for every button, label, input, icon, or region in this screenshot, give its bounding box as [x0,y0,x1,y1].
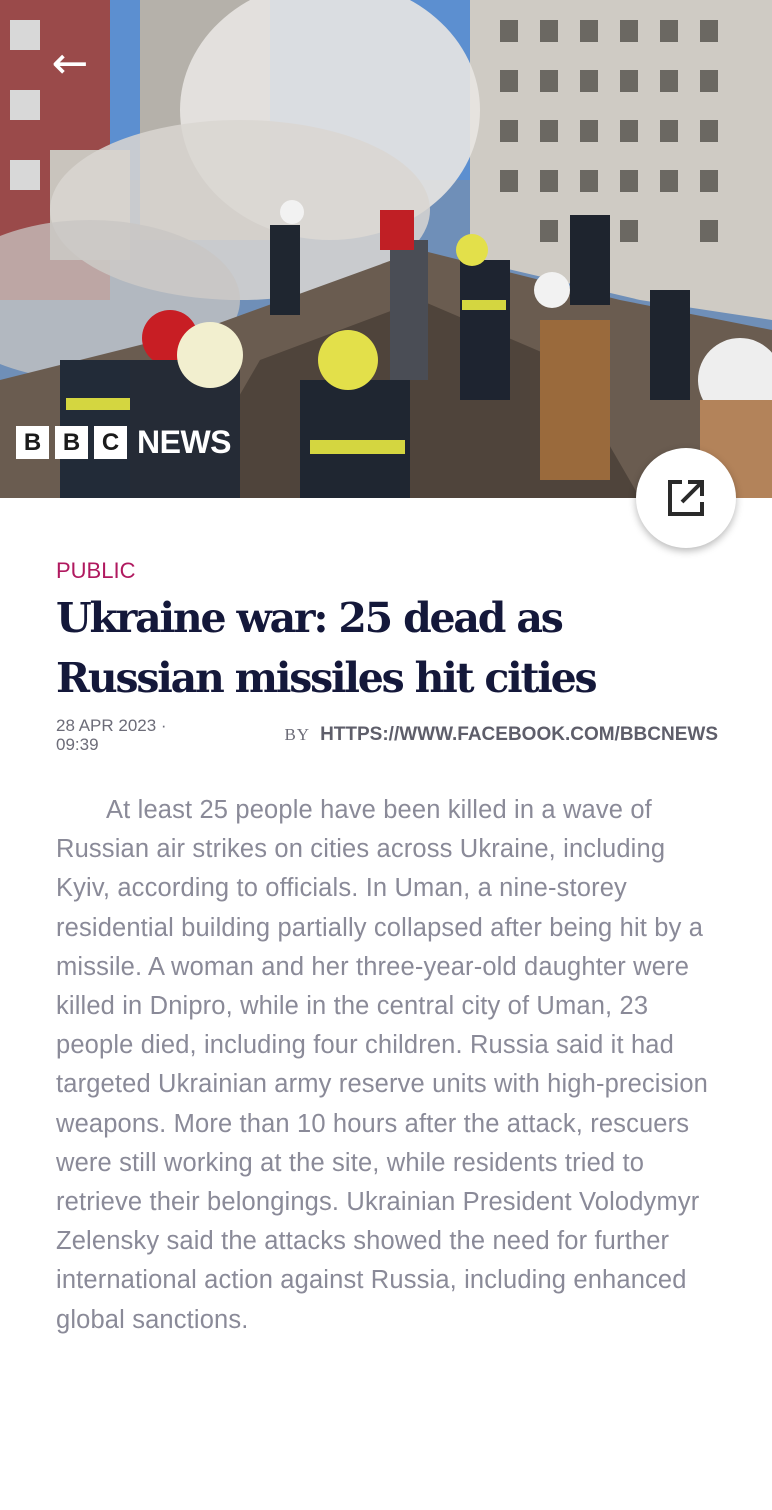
back-arrow-icon: ← [51,38,89,89]
open-in-new-icon [668,480,704,516]
article-category: PUBLIC [56,558,136,583]
byline: BY HTTPS://WWW.FACEBOOK.COM/BBCNEWS [284,724,718,746]
bbc-news-logo: B B C NEWS [16,424,232,461]
by-label: BY [284,725,311,744]
publish-date: 28 APR 2023 · 09:39 [56,716,167,754]
logo-word-news: NEWS [137,424,232,460]
logo-block-c: C [94,426,127,459]
article-body: At least 25 people have been killed in a… [56,796,709,1334]
hero-image: ← B B C NEWS [0,0,772,498]
author-link[interactable]: HTTPS://WWW.FACEBOOK.COM/BBCNEWS [320,724,718,746]
article-meta: 28 APR 2023 · 09:39 BY HTTPS://WWW.FACEB… [56,716,718,754]
open-in-new-button[interactable] [636,448,736,548]
logo-block-b1: B [16,426,49,459]
logo-block-b2: B [55,426,88,459]
back-button[interactable]: ← [46,40,94,88]
article-title: Ukraine war: 25 dead as Russian missiles… [56,594,598,702]
